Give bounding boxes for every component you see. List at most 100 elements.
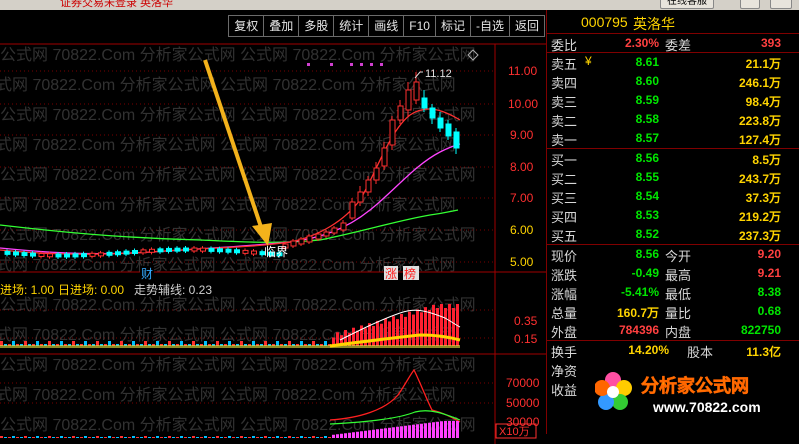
volume-bar — [44, 437, 47, 438]
order-level-label: 买三 — [551, 191, 578, 206]
volume-bar — [96, 436, 99, 438]
buy-level-5[interactable]: 买五 8.52 237.3万 — [547, 225, 799, 244]
quote-stat-row: 涨幅 -5.41% 最低 8.38 — [547, 283, 799, 302]
order-quantity: 127.4万 — [738, 133, 781, 147]
volume-bar — [188, 437, 191, 438]
multi-stock-button[interactable]: 多股 — [299, 15, 335, 37]
candle — [157, 248, 164, 253]
watermark-text: 公式网 70822.Com 分析家公式网 公式网 70822.Com 分析家公式… — [0, 46, 476, 64]
volume-bar — [300, 436, 303, 438]
overlay-button[interactable]: 叠加 — [264, 15, 300, 37]
order-level-label: 卖一 — [551, 133, 578, 148]
candle — [437, 117, 444, 129]
indicator-bar — [428, 310, 431, 346]
volume-bar — [156, 436, 159, 438]
volume-bar — [384, 428, 387, 438]
volume-bar — [12, 436, 15, 438]
high-price-label: 11.12 — [425, 68, 452, 80]
indicator-bar — [436, 308, 439, 346]
volume-bar — [352, 432, 355, 438]
volume-bar — [432, 422, 435, 438]
volume-bar — [316, 437, 319, 438]
remove-watchlist-button[interactable]: -自选 — [470, 15, 510, 37]
volume-bar — [276, 436, 279, 438]
volume-bar — [80, 437, 83, 438]
candle — [405, 89, 412, 111]
indicator-bar — [392, 316, 395, 346]
buy-level-4[interactable]: 买四 8.53 219.2万 — [547, 206, 799, 225]
candle — [191, 247, 198, 252]
kline-panel[interactable]: 公式网 70822.Com 分析家公式网 公式网 70822.Com 分析家公式… — [0, 10, 546, 444]
stat-value: -5.41% — [620, 285, 659, 299]
volume-bar — [208, 437, 211, 438]
volume-bar — [328, 437, 331, 438]
back-button[interactable]: 返回 — [509, 15, 545, 37]
buy-level-1[interactable]: 买一 8.56 8.5万 — [547, 149, 799, 168]
order-level-label: 买一 — [551, 153, 578, 168]
stat-label: 净资 — [551, 364, 578, 379]
sell-level-4[interactable]: 卖四 8.60 246.1万 — [547, 72, 799, 91]
order-level-label: 买四 — [551, 210, 578, 225]
volume-bar — [240, 436, 243, 438]
quote-extra-row: 换手 14.20% 股本 11.3亿 — [547, 341, 799, 360]
order-level-label: 卖四 — [551, 76, 578, 91]
indicator-bar — [400, 314, 403, 346]
statistics-button[interactable]: 统计 — [334, 15, 370, 37]
sell-level-1[interactable]: 卖一 8.57 127.4万 — [547, 129, 799, 148]
volume-bar — [320, 437, 323, 438]
stat-label: 最低 — [665, 287, 692, 302]
volume-bar — [308, 437, 311, 438]
volume-tick: 70000 — [506, 376, 540, 390]
indicator-bar — [432, 304, 435, 346]
volume-bar — [72, 436, 75, 438]
sell-level-5[interactable]: 卖五 8.61 21.1万 ¥ — [547, 53, 799, 72]
volume-bar — [412, 424, 415, 438]
f10-button[interactable]: F10 — [404, 15, 436, 37]
sell-level-2[interactable]: 卖二 8.58 223.8万 — [547, 110, 799, 129]
volume-bar — [248, 437, 251, 438]
indicator-tick: 0.35 — [514, 314, 538, 328]
restore-rights-button[interactable]: 复权 — [228, 15, 265, 37]
volume-bar — [24, 436, 27, 438]
candle — [200, 247, 206, 252]
volume-bar — [132, 436, 135, 438]
volume-bar — [0, 436, 3, 438]
close-button[interactable] — [770, 0, 792, 9]
quote-stat-row: 总量 160.7万 量比 0.68 — [547, 302, 799, 321]
price-tick: 8.00 — [510, 160, 534, 174]
candle — [306, 235, 313, 243]
volume-bar — [168, 436, 171, 438]
volume-bar — [416, 424, 419, 438]
minimize-button[interactable] — [740, 0, 760, 9]
buy-level-2[interactable]: 买二 8.55 243.7万 — [547, 168, 799, 187]
volume-bar — [64, 437, 67, 438]
stock-code: 000795 — [581, 14, 628, 30]
sell-level-3[interactable]: 卖三 8.59 98.4万 — [547, 91, 799, 110]
volume-bar — [392, 427, 395, 438]
indicator-bar — [408, 311, 411, 346]
volume-bar — [232, 437, 235, 438]
draw-line-button[interactable]: 画线 — [369, 15, 405, 37]
candle — [183, 247, 189, 252]
stat-value: 8.56 — [635, 247, 659, 261]
quote-stat-row: 涨跌 -0.49 最高 9.21 — [547, 264, 799, 283]
volume-bar — [192, 436, 195, 438]
candle — [13, 251, 19, 256]
volume-bar — [88, 437, 91, 438]
volume-bar — [36, 436, 39, 438]
chart-toolbar: 复权 叠加 多股 统计 画线 F10 标记 -自选 返回 — [228, 15, 545, 39]
candle — [445, 123, 452, 137]
candle — [89, 252, 96, 257]
watermark-text: 公式网 70822.Com 分析家公式网 公式网 70822.Com 分析家公式… — [0, 386, 456, 404]
mark-button[interactable]: 标记 — [435, 15, 471, 37]
volume-bar — [200, 437, 203, 438]
chart-canvas[interactable]: 公式网 70822.Com 分析家公式网 公式网 70822.Com 分析家公式… — [0, 20, 546, 444]
order-quantity: 37.3万 — [745, 191, 781, 205]
candle — [30, 252, 36, 257]
online-service-button[interactable]: 在线客服 — [660, 0, 714, 9]
volume-bar — [144, 436, 147, 438]
buy-level-3[interactable]: 买三 8.54 37.3万 — [547, 187, 799, 206]
stat-label: 总量 — [551, 306, 578, 321]
order-price: 8.61 — [635, 55, 659, 69]
candle — [242, 249, 249, 254]
